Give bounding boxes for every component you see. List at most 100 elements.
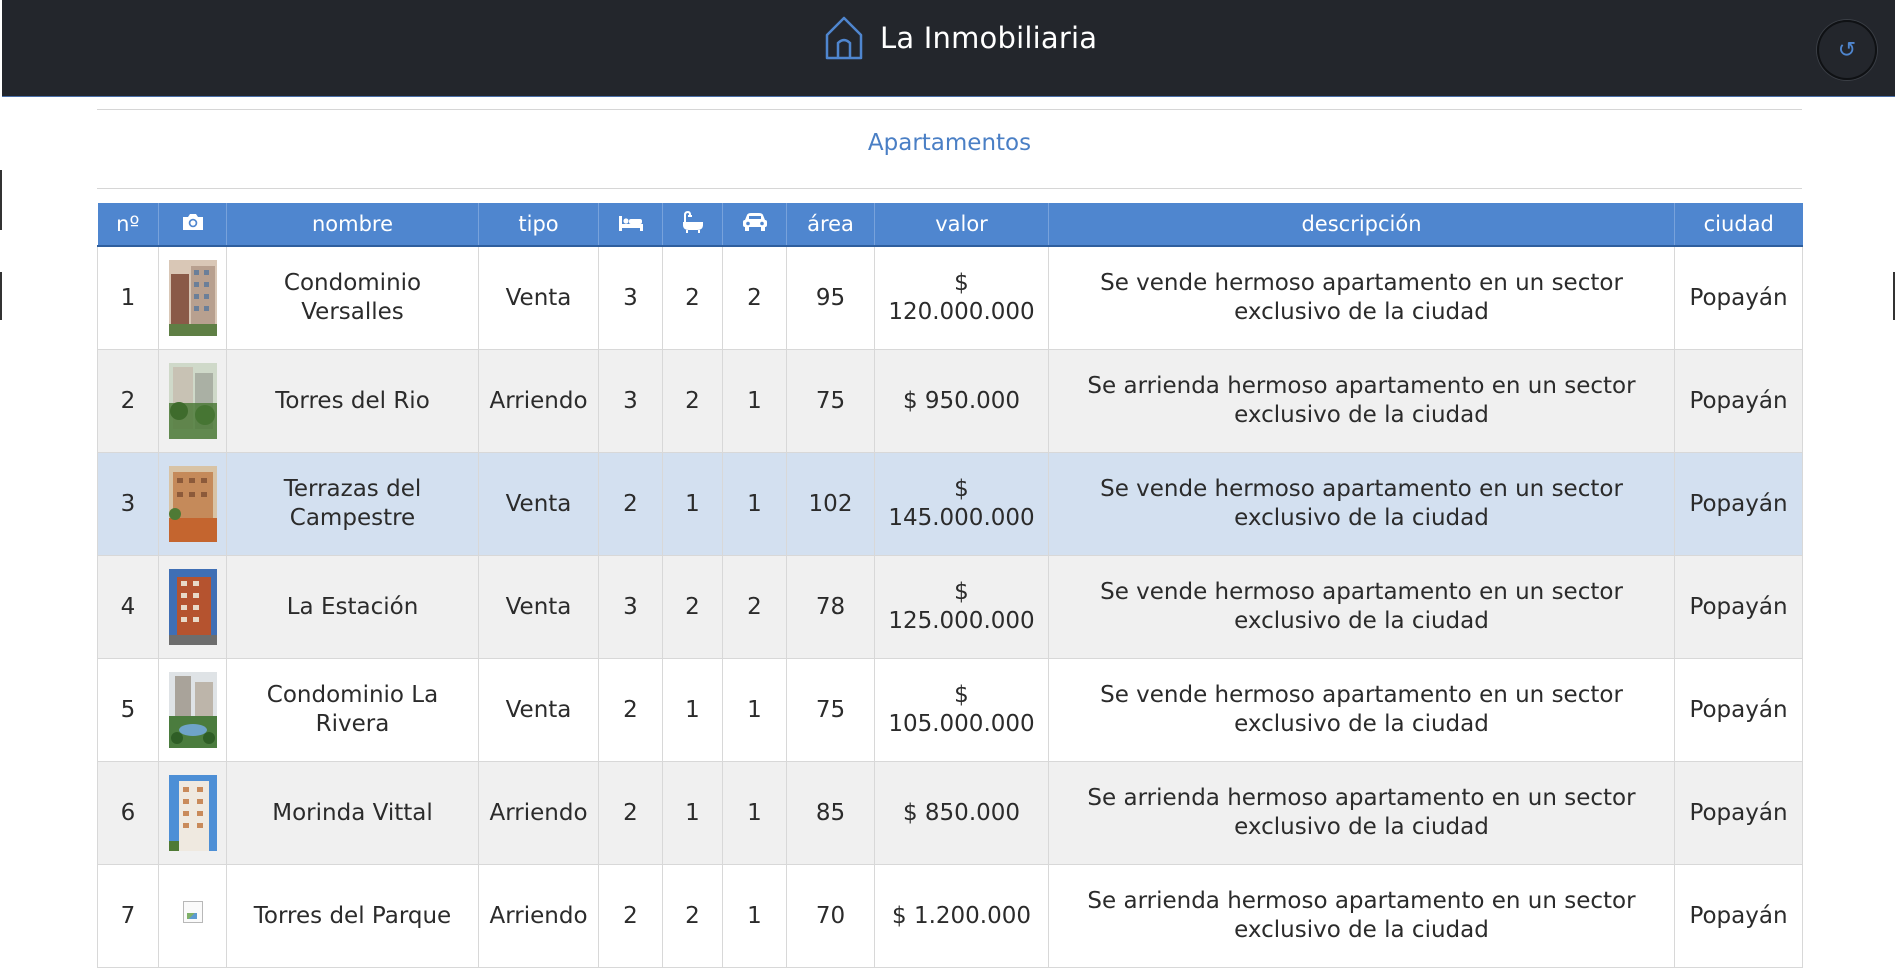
cell-tipo: Venta: [478, 658, 599, 762]
building-photo-icon: [168, 672, 217, 748]
cell-parking: 1: [722, 349, 787, 453]
cell-baths: 2: [662, 349, 723, 453]
cell-photo[interactable]: [158, 864, 227, 968]
cell-parking: 1: [722, 761, 787, 865]
col-header-ciudad[interactable]: ciudad: [1674, 203, 1803, 247]
camera-icon: [181, 212, 205, 237]
col-header-beds[interactable]: [598, 203, 663, 247]
cell-photo[interactable]: [158, 349, 227, 453]
brand[interactable]: La Inmobiliaria: [824, 14, 1097, 62]
cell-ciudad: Popayán: [1674, 761, 1803, 865]
cell-baths: 2: [662, 864, 723, 968]
refresh-button[interactable]: ↺: [1817, 20, 1877, 80]
cell-area: 75: [786, 658, 875, 762]
cell-tipo: Venta: [478, 452, 599, 556]
cell-number: 5: [97, 658, 159, 762]
cell-area: 85: [786, 761, 875, 865]
table-row-selected[interactable]: 3 Terrazas del Campestre Venta 2 1 1 102…: [97, 452, 1803, 556]
section-title: Apartamentos: [867, 130, 1032, 156]
cell-number: 2: [97, 349, 159, 453]
col-header-tipo[interactable]: tipo: [478, 203, 599, 247]
cell-area: 75: [786, 349, 875, 453]
cell-area: 78: [786, 555, 875, 659]
cell-number: 6: [97, 761, 159, 865]
cell-photo[interactable]: [158, 658, 227, 762]
cell-tipo: Arriendo: [478, 864, 599, 968]
col-header-parking[interactable]: [722, 203, 787, 247]
cell-nombre: La Estación: [226, 555, 479, 659]
refresh-icon: ↺: [1837, 37, 1857, 63]
left-edge-mark: [0, 272, 2, 320]
cell-baths: 1: [662, 658, 723, 762]
cell-baths: 2: [662, 245, 723, 350]
cell-ciudad: Popayán: [1674, 452, 1803, 556]
cell-valor: $ 850.000: [874, 761, 1049, 865]
cell-valor: $ 125.000.000: [874, 555, 1049, 659]
cell-nombre: Condominio Versalles: [226, 245, 479, 350]
cell-number: 1: [97, 245, 159, 350]
cell-nombre: Torres del Parque: [226, 864, 479, 968]
cell-descripcion: Se vende hermoso apartamento en un secto…: [1048, 245, 1675, 350]
cell-area: 95: [786, 245, 875, 350]
cell-baths: 2: [662, 555, 723, 659]
col-header-baths[interactable]: [662, 203, 723, 247]
cell-beds: 2: [598, 658, 663, 762]
building-photo-icon: [168, 466, 217, 542]
table-row[interactable]: 5 Condominio La Rivera Venta 2 1 1 75 $ …: [97, 658, 1803, 762]
cell-parking: 2: [722, 245, 787, 350]
col-header-descripcion[interactable]: descripción: [1048, 203, 1675, 247]
table-row[interactable]: 1 Condominio Versalles Venta 3 2 2 95 $ …: [97, 245, 1803, 350]
col-header-valor[interactable]: valor: [874, 203, 1049, 247]
building-photo-icon: [168, 363, 217, 439]
bathtub-icon: [681, 210, 705, 238]
divider-bottom: [97, 188, 1802, 189]
cell-valor: $ 1.200.000: [874, 864, 1049, 968]
cell-descripcion: Se arrienda hermoso apartamento en un se…: [1048, 864, 1675, 968]
cell-ciudad: Popayán: [1674, 349, 1803, 453]
cell-descripcion: Se arrienda hermoso apartamento en un se…: [1048, 349, 1675, 453]
cell-beds: 2: [598, 761, 663, 865]
cell-tipo: Venta: [478, 245, 599, 350]
col-header-photo[interactable]: [158, 203, 227, 247]
cell-baths: 1: [662, 452, 723, 556]
cell-ciudad: Popayán: [1674, 658, 1803, 762]
cell-ciudad: Popayán: [1674, 555, 1803, 659]
cell-nombre: Torres del Rio: [226, 349, 479, 453]
cell-valor: $ 120.000.000: [874, 245, 1049, 350]
cell-beds: 3: [598, 555, 663, 659]
broken-image-icon: [182, 901, 203, 923]
cell-photo[interactable]: [158, 245, 227, 350]
cell-tipo: Venta: [478, 555, 599, 659]
apartments-table: nº nombre tipo área valor descripción ci…: [97, 203, 1803, 968]
cell-beds: 3: [598, 349, 663, 453]
table-row[interactable]: 2 Torres del Rio Arriendo 3 2 1 75 $ 950…: [97, 349, 1803, 453]
cell-number: 4: [97, 555, 159, 659]
cell-beds: 2: [598, 452, 663, 556]
cell-number: 7: [97, 864, 159, 968]
table-row[interactable]: 6 Morinda Vittal Arriendo 2 1 1 85 $ 850…: [97, 761, 1803, 865]
cell-beds: 2: [598, 864, 663, 968]
table-row[interactable]: 7 Torres del Parque Arriendo 2 2 1 70 $ …: [97, 864, 1803, 968]
col-header-nombre[interactable]: nombre: [226, 203, 479, 247]
left-edge-mark: [0, 170, 2, 230]
cell-nombre: Terrazas del Campestre: [226, 452, 479, 556]
cell-photo[interactable]: [158, 452, 227, 556]
cell-valor: $ 105.000.000: [874, 658, 1049, 762]
cell-ciudad: Popayán: [1674, 864, 1803, 968]
cell-parking: 1: [722, 658, 787, 762]
cell-photo[interactable]: [158, 555, 227, 659]
cell-descripcion: Se arrienda hermoso apartamento en un se…: [1048, 761, 1675, 865]
cell-descripcion: Se vende hermoso apartamento en un secto…: [1048, 658, 1675, 762]
cell-valor: $ 950.000: [874, 349, 1049, 453]
table-row[interactable]: 4 La Estación Venta 3 2 2 78 $ 125.000.0…: [97, 555, 1803, 659]
cell-valor: $ 145.000.000: [874, 452, 1049, 556]
house-outline-icon: [824, 15, 864, 61]
cell-area: 102: [786, 452, 875, 556]
col-header-number[interactable]: nº: [97, 203, 159, 247]
app-title: La Inmobiliaria: [880, 21, 1098, 55]
col-header-area[interactable]: área: [786, 203, 875, 247]
top-navbar: La Inmobiliaria ↺: [2, 0, 1895, 97]
cell-descripcion: Se vende hermoso apartamento en un secto…: [1048, 555, 1675, 659]
cell-beds: 3: [598, 245, 663, 350]
cell-photo[interactable]: [158, 761, 227, 865]
